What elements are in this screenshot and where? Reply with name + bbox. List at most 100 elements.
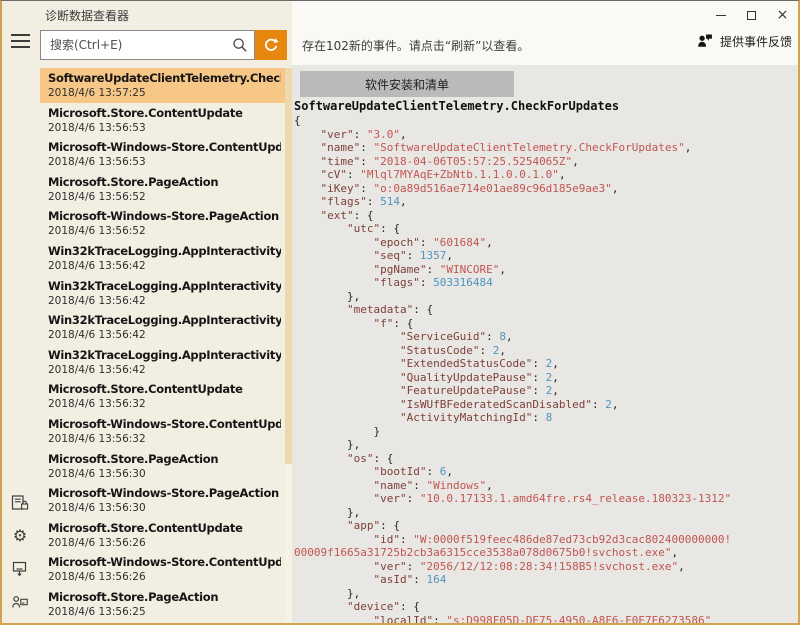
event-list-item[interactable]: Win32kTraceLogging.AppInteractivityS...2… bbox=[40, 241, 285, 276]
code-line: "ver": "3.0", bbox=[294, 128, 800, 142]
event-timestamp: 2018/4/6 13:56:42 bbox=[48, 259, 281, 273]
event-list-item[interactable]: Microsoft.Store.PageAction2018/4/6 13:56… bbox=[40, 172, 285, 207]
privacy-report-icon[interactable] bbox=[11, 494, 29, 512]
event-list-item[interactable]: SoftwareUpdateClientTelemetry.CheckF...2… bbox=[40, 68, 285, 103]
event-timestamp: 2018/4/6 13:56:42 bbox=[48, 328, 281, 342]
code-line: 00009f1665a31725b2cb3a6315cce3538a078d06… bbox=[294, 546, 800, 560]
code-line: "epoch": "601684", bbox=[294, 236, 800, 250]
close-button[interactable]: × bbox=[767, 1, 798, 29]
event-list-item[interactable]: Microsoft-Windows-Store.PageAction2018/4… bbox=[40, 206, 285, 241]
code-line: "ActivityMatchingId": 8 bbox=[294, 411, 800, 425]
event-list-item[interactable]: Microsoft.Store.PageAction2018/4/6 13:56… bbox=[40, 587, 285, 622]
event-list-item[interactable]: Win32kTraceLogging.AppInteractivityS...2… bbox=[40, 276, 285, 311]
window-title: 诊断数据查看器 bbox=[45, 7, 129, 24]
code-line: "flags": 514, bbox=[294, 195, 800, 209]
event-title: Microsoft-Windows-Store.ContentUpd... bbox=[48, 139, 281, 155]
code-line: "app": { bbox=[294, 519, 800, 533]
event-timestamp: 2018/4/6 13:56:42 bbox=[48, 363, 281, 377]
feedback-button[interactable]: 提供事件反馈 bbox=[697, 33, 792, 50]
code-line: "asId": 164 bbox=[294, 573, 800, 587]
event-timestamp: 2018/4/6 13:56:53 bbox=[48, 155, 281, 169]
event-list-item[interactable]: Microsoft-Windows-Store.PageAction2018/4… bbox=[40, 483, 285, 518]
code-line: }, bbox=[294, 290, 800, 304]
event-title: Microsoft.Store.PageAction bbox=[48, 589, 281, 605]
code-line: "ServiceGuid": 8, bbox=[294, 330, 800, 344]
code-line: } bbox=[294, 425, 800, 439]
event-timestamp: 2018/4/6 13:56:52 bbox=[48, 224, 281, 238]
code-line: "cV": "Mlql7MYAqE+ZbNtb.1.1.0.0.1.0", bbox=[294, 168, 800, 182]
detail-panel: 存在102新的事件。请点击“刷新”以查看。 提供事件反馈 × 软件安装和清单 S… bbox=[292, 0, 800, 625]
code-line: "iKey": "o:0a89d516ae714e01ae89c96d185e9… bbox=[294, 182, 800, 196]
code-line: { bbox=[294, 114, 800, 128]
code-line: "ext": { bbox=[294, 209, 800, 223]
event-list-item[interactable]: Microsoft-Windows-Store.ContentUpd...201… bbox=[40, 552, 285, 587]
event-list-item[interactable]: Microsoft-Windows-Store.ContentUpd...201… bbox=[40, 137, 285, 172]
event-list-item[interactable]: Microsoft-Windows-Store.ContentUpd...201… bbox=[40, 414, 285, 449]
maximize-button[interactable] bbox=[736, 1, 767, 29]
code-line: "ExtendedStatusCode": 2, bbox=[294, 357, 800, 371]
event-list-item[interactable]: Microsoft.Store.PageAction2018/4/6 13:56… bbox=[40, 449, 285, 484]
event-title: Microsoft-Windows-Store.PageAction bbox=[48, 485, 281, 501]
code-line: "StatusCode": 2, bbox=[294, 344, 800, 358]
code-line: "time": "2018-04-06T05:57:25.5254065Z", bbox=[294, 155, 800, 169]
event-title: Win32kTraceLogging.AppInteractivityS... bbox=[48, 243, 281, 259]
category-tab[interactable]: 软件安装和清单 bbox=[300, 71, 514, 97]
event-title: Microsoft.Store.ContentUpdate bbox=[48, 520, 281, 536]
event-timestamp: 2018/4/6 13:56:26 bbox=[48, 536, 281, 550]
event-detail-title: SoftwareUpdateClientTelemetry.CheckForUp… bbox=[294, 99, 619, 113]
code-line: "IsWUfBFederatedScanDisabled": 2, bbox=[294, 398, 800, 412]
event-title: Microsoft-Windows-Store.ContentUpd... bbox=[48, 416, 281, 432]
feedback-nav-icon[interactable] bbox=[11, 593, 29, 611]
event-list-item[interactable]: Microsoft.Store.ContentUpdate2018/4/6 13… bbox=[40, 379, 285, 414]
export-data-icon[interactable] bbox=[11, 560, 29, 578]
event-timestamp: 2018/4/6 13:57:25 bbox=[48, 86, 281, 100]
event-list: SoftwareUpdateClientTelemetry.CheckF...2… bbox=[40, 68, 285, 625]
code-line: }, bbox=[294, 587, 800, 601]
event-list-item[interactable]: Microsoft.Store.ContentUpdate2018/4/6 13… bbox=[40, 103, 285, 138]
event-title: Win32kTraceLogging.AppInteractivityS... bbox=[48, 347, 281, 363]
event-list-item[interactable]: Microsoft-Windows-Store.PageAction bbox=[40, 622, 285, 625]
event-title: Microsoft-Windows-Store.PageAction bbox=[48, 208, 281, 224]
event-title: Win32kTraceLogging.AppInteractivityS... bbox=[48, 312, 281, 328]
code-line: "ver": "10.0.17133.1.amd64fre.rs4_releas… bbox=[294, 492, 800, 506]
panel-header: 存在102新的事件。请点击“刷新”以查看。 提供事件反馈 × bbox=[292, 0, 800, 65]
event-timestamp: 2018/4/6 13:56:52 bbox=[48, 190, 281, 204]
code-line: "bootId": 6, bbox=[294, 465, 800, 479]
event-timestamp: 2018/4/6 13:56:25 bbox=[48, 605, 281, 619]
refresh-icon bbox=[262, 36, 280, 54]
code-line: "device": { bbox=[294, 600, 800, 614]
scrollbar-thumb[interactable] bbox=[285, 68, 292, 464]
minimize-button[interactable] bbox=[705, 1, 736, 29]
event-list-item[interactable]: Win32kTraceLogging.AppInteractivityS...2… bbox=[40, 310, 285, 345]
menu-icon[interactable] bbox=[11, 34, 30, 49]
search-input[interactable] bbox=[40, 30, 255, 60]
code-line: "name": "Windows", bbox=[294, 479, 800, 493]
feedback-icon bbox=[697, 33, 714, 50]
app-window: 诊断数据查看器 SoftwareUpdateClientTelemetry.Ch… bbox=[0, 0, 800, 625]
window-controls: × bbox=[705, 1, 798, 29]
nav-rail: ⚙ bbox=[0, 494, 40, 611]
event-title: Microsoft.Store.ContentUpdate bbox=[48, 381, 281, 397]
code-line: "seq": 1357, bbox=[294, 249, 800, 263]
event-title: Win32kTraceLogging.AppInteractivityS... bbox=[48, 278, 281, 294]
event-list-item[interactable]: Win32kTraceLogging.AppInteractivityS...2… bbox=[40, 345, 285, 380]
feedback-label: 提供事件反馈 bbox=[720, 33, 792, 50]
code-line: }, bbox=[294, 438, 800, 452]
code-line: "id": "W:0000f519feec486de87ed73cb92d3ca… bbox=[294, 533, 800, 547]
new-events-notice: 存在102新的事件。请点击“刷新”以查看。 bbox=[302, 37, 529, 54]
code-line: "FeatureUpdatePause": 2, bbox=[294, 384, 800, 398]
event-timestamp: 2018/4/6 13:56:53 bbox=[48, 121, 281, 135]
event-title: Microsoft.Store.ContentUpdate bbox=[48, 105, 281, 121]
code-line: "flags": 503316484 bbox=[294, 276, 800, 290]
code-line: "utc": { bbox=[294, 222, 800, 236]
code-line: "pgName": "WINCORE", bbox=[294, 263, 800, 277]
event-title: Microsoft.Store.PageAction bbox=[48, 174, 281, 190]
event-list-scrollbar[interactable] bbox=[285, 68, 292, 625]
sidebar: 诊断数据查看器 SoftwareUpdateClientTelemetry.Ch… bbox=[0, 0, 292, 625]
event-list-item[interactable]: Microsoft.Store.ContentUpdate2018/4/6 13… bbox=[40, 518, 285, 553]
settings-icon[interactable]: ⚙ bbox=[11, 527, 29, 545]
refresh-button[interactable] bbox=[255, 30, 287, 60]
event-timestamp: 2018/4/6 13:56:42 bbox=[48, 294, 281, 308]
code-line: "ver": "2056/12/12:08:28:34!158B5!svchos… bbox=[294, 560, 800, 574]
close-icon: × bbox=[777, 8, 789, 22]
